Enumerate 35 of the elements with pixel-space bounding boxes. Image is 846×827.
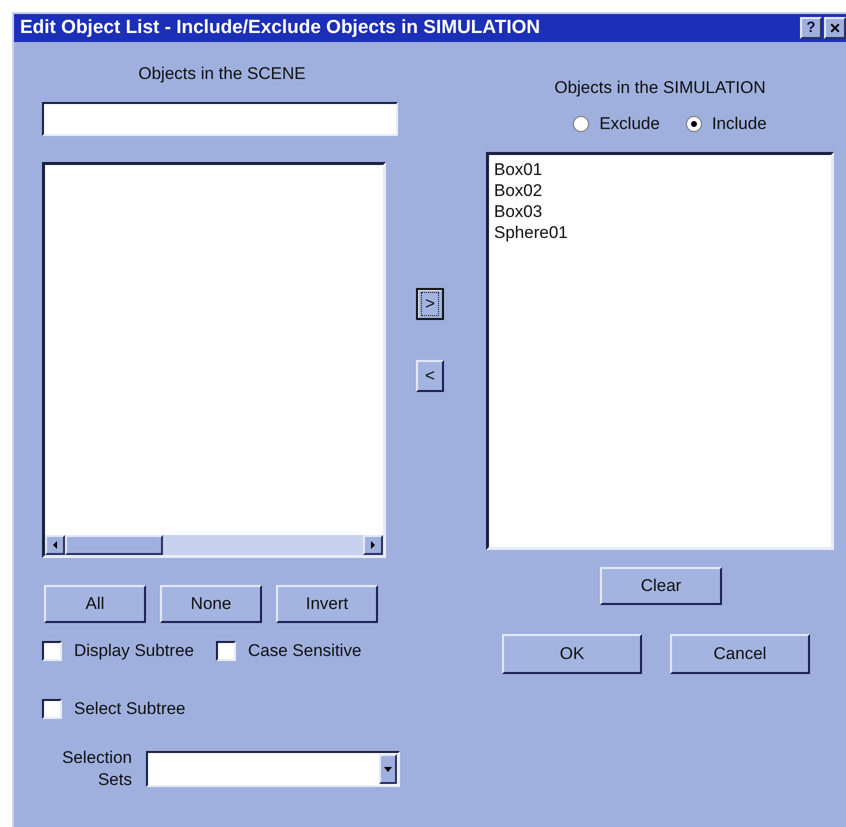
list-item[interactable]: Sphere01 [494, 222, 826, 243]
filter-field[interactable] [42, 102, 398, 136]
radio-button[interactable] [686, 116, 702, 132]
help-button[interactable]: ? [800, 17, 822, 39]
checkbox[interactable] [42, 699, 62, 719]
list-item[interactable]: Box02 [494, 180, 826, 201]
checkbox[interactable] [216, 641, 236, 661]
radio-label: Include [712, 114, 767, 134]
close-button[interactable]: × [824, 17, 846, 39]
selection-sets-label: Selection Sets [61, 747, 132, 791]
checkbox-label: Select Subtree [74, 699, 186, 719]
scroll-thumb[interactable] [65, 535, 163, 555]
list-action-button[interactable]: All [44, 585, 146, 623]
list-item[interactable]: Box01 [494, 159, 826, 180]
list-action-button[interactable]: None [160, 585, 262, 623]
cancel-button[interactable]: Cancel [670, 634, 810, 674]
radio-button[interactable] [573, 116, 590, 132]
checkbox-label: Case Sensitive [248, 641, 362, 661]
horizontal-scrollbar[interactable] [45, 535, 383, 555]
list-label: Objects in the SCENE [137, 64, 307, 85]
scroll-right-icon[interactable] [363, 535, 383, 555]
simulation-list[interactable]: Box01 Box02 Box03 Sphere01 [486, 152, 834, 550]
list-label: Objects in the SIMULATION [553, 78, 767, 99]
remove-button[interactable]: < [416, 360, 444, 392]
list-item[interactable]: Box03 [494, 201, 826, 222]
radio-label: Exclude [599, 114, 660, 134]
add-button[interactable]: > [416, 288, 444, 320]
selection-sets-dropdown[interactable] [146, 751, 400, 787]
window-title: Edit Object List - Include/Exclude Objects in SIMULATION [20, 17, 542, 39]
checkbox-label: Display Subtree [74, 641, 194, 661]
checkbox[interactable] [42, 641, 62, 661]
clear-button[interactable]: Clear [600, 567, 722, 605]
ok-button[interactable]: OK [502, 634, 642, 674]
list-action-button[interactable]: Invert [276, 585, 378, 623]
scroll-left-icon[interactable] [45, 535, 65, 555]
